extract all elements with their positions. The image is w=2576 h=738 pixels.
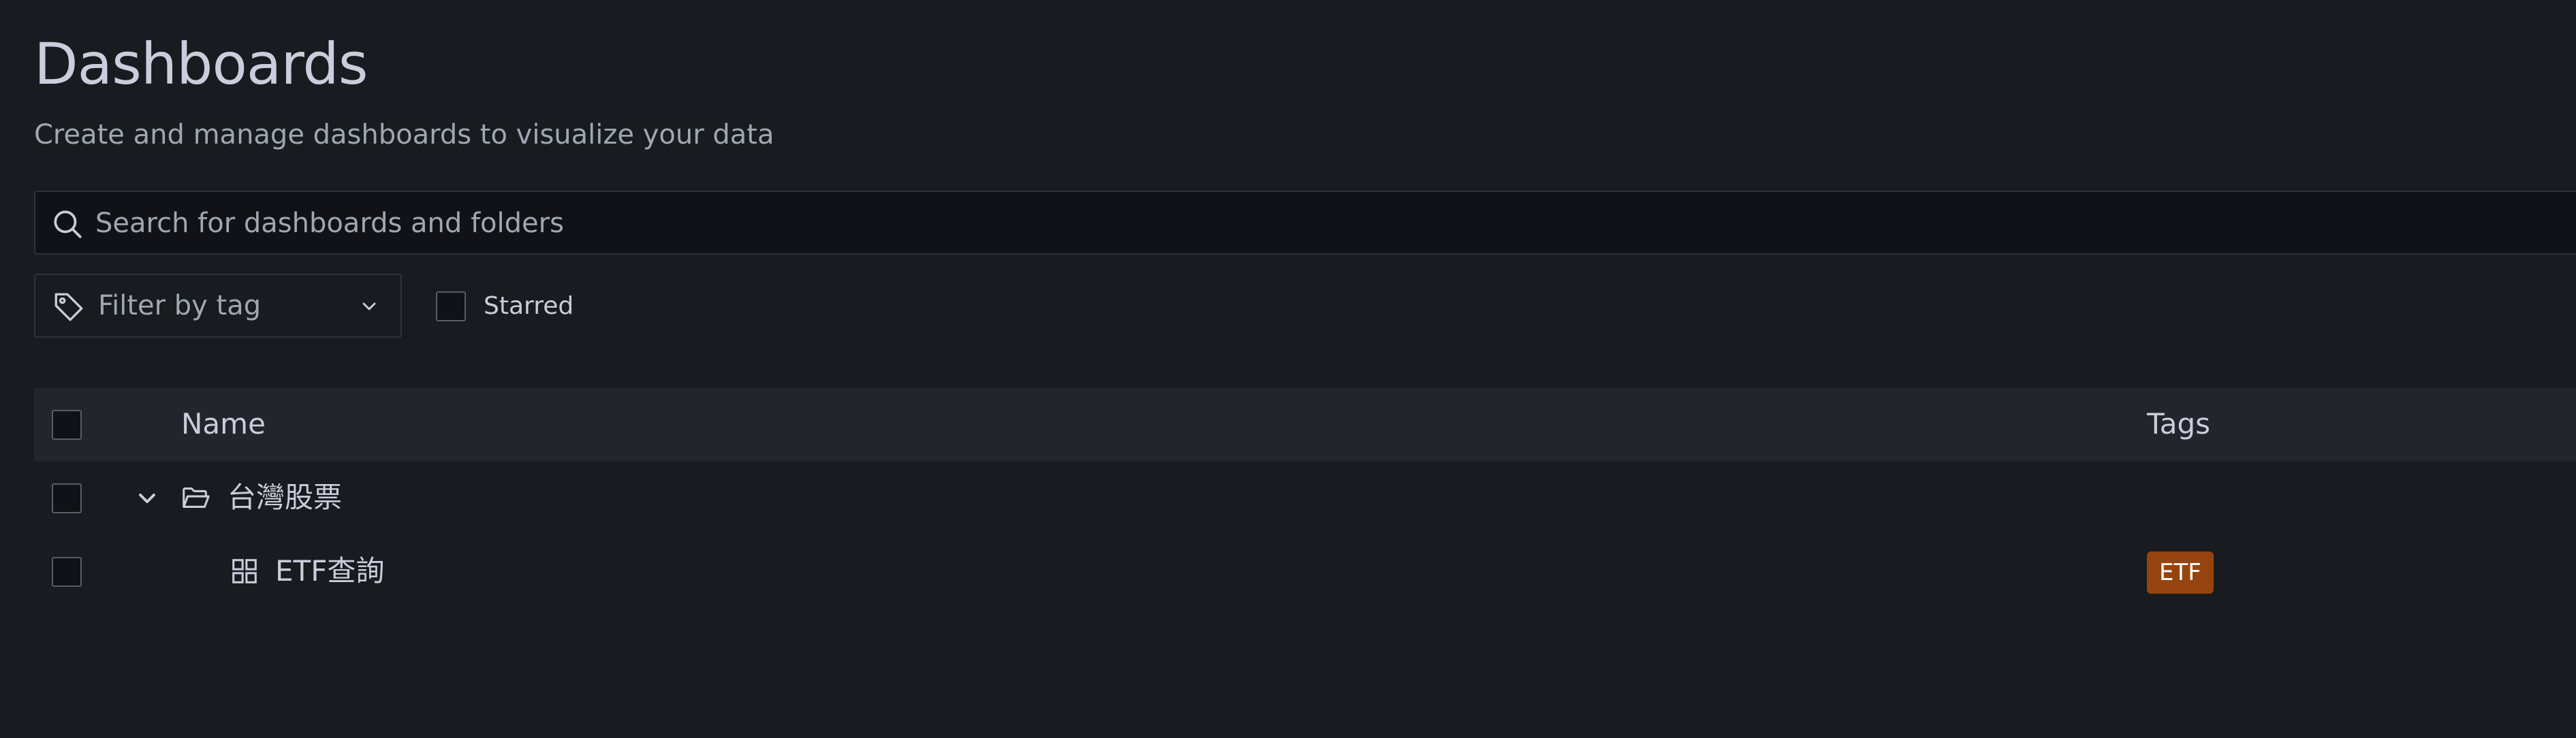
dashboard-name-link[interactable]: ETF查詢 [275, 550, 384, 592]
starred-label[interactable]: Starred [484, 291, 574, 321]
chevron-down-icon [362, 302, 376, 310]
folder-name-link[interactable]: 台灣股票 [227, 477, 342, 519]
column-header-tags: Tags [2147, 407, 2210, 440]
dashboards-page: Dashboards Create and manage dashboards … [0, 0, 2576, 738]
tag-filter-select[interactable]: Filter by tag [34, 274, 402, 338]
chevron-down-icon[interactable] [133, 485, 161, 512]
search-input[interactable] [94, 192, 2413, 255]
tag-icon [54, 293, 83, 321]
row-checkbox-dashboard[interactable] [52, 557, 82, 587]
page-title: Dashboards [34, 31, 368, 97]
table-row-folder[interactable] [34, 462, 2576, 535]
column-header-name[interactable]: Name [181, 403, 266, 445]
starred-checkbox[interactable] [436, 291, 466, 321]
search-icon [54, 210, 82, 238]
tag-filter-placeholder: Filter by tag [98, 290, 262, 321]
tag-badge-etf[interactable]: ETF [2147, 551, 2214, 594]
page-subtitle: Create and manage dashboards to visualiz… [34, 119, 774, 150]
folder-open-icon [183, 487, 210, 508]
search-box[interactable] [34, 191, 2576, 255]
apps-icon [232, 559, 257, 583]
row-checkbox-folder[interactable] [52, 483, 82, 513]
select-all-checkbox[interactable] [52, 410, 82, 440]
